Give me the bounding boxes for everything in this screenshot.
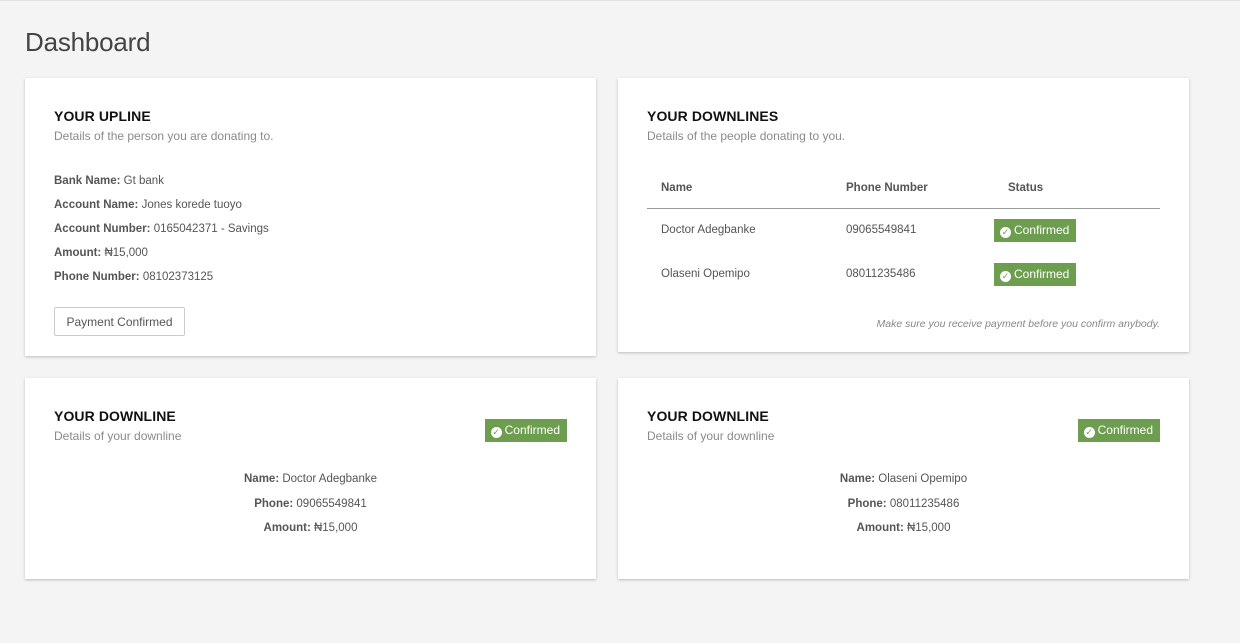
downline-name-row: Name: Doctor Adegbanke <box>25 472 596 497</box>
status-badge: ✓ Confirmed <box>994 218 1077 242</box>
downline-phone-row: Phone: 09065549841 <box>25 497 596 522</box>
downline-status-cell: ✓ Confirmed <box>994 208 1160 252</box>
downlines-table: Name Phone Number Status Doctor Adegbank… <box>647 169 1160 296</box>
downline-card-title: YOUR DOWNLINE <box>647 408 769 424</box>
phone-number-value: 08102373125 <box>142 271 214 283</box>
table-header-row: Name Phone Number Status <box>647 169 1160 209</box>
table-row: Doctor Adegbanke 09065549841 ✓ Confirmed <box>647 208 1160 252</box>
column-header-status: Status <box>994 169 1160 209</box>
downlines-card: YOUR DOWNLINES Details of the people don… <box>618 78 1189 352</box>
downlines-title: YOUR DOWNLINES <box>647 108 779 124</box>
confirm-note: Make sure you receive payment before you… <box>876 318 1160 330</box>
name-label: Name: <box>244 473 280 485</box>
check-circle-icon: ✓ <box>1083 427 1095 438</box>
downline-name-row: Name: Olaseni Opemipo <box>618 472 1189 497</box>
amount-label: Amount: <box>263 522 311 534</box>
column-header-phone: Phone Number <box>832 169 994 209</box>
phone-label: Phone: <box>254 497 294 510</box>
amount-label: Amount: <box>856 522 904 534</box>
account-number-row: Account Number: 0165042371 - Savings <box>54 222 269 246</box>
account-name-value: Jones korede tuoyo <box>141 199 242 211</box>
page-title: Dashboard <box>25 27 151 57</box>
downline-card-2: YOUR DOWNLINE Details of your downline ✓… <box>618 378 1189 579</box>
check-circle-icon: ✓ <box>490 427 502 438</box>
downline-amount-row: Amount: ₦15,000 <box>25 521 596 546</box>
amount-value: ₦15,000 <box>313 522 358 534</box>
downline-phone-row: Phone: 08011235486 <box>618 497 1189 522</box>
bank-name-label: Bank Name: <box>54 175 121 187</box>
account-name-row: Account Name: Jones korede tuoyo <box>54 198 269 222</box>
status-badge: ✓ Confirmed <box>1077 419 1160 442</box>
upline-details: Bank Name: Gt bank Account Name: Jones k… <box>54 174 269 294</box>
downline-card-subtitle: Details of your downline <box>54 429 182 443</box>
upline-subtitle: Details of the person you are donating t… <box>54 129 274 143</box>
downline-phone-cell: 08011235486 <box>846 268 916 280</box>
status-badge-label: Confirmed <box>504 423 560 437</box>
payment-confirmed-button[interactable]: Payment Confirmed <box>54 307 185 336</box>
bank-name-value: Gt bank <box>123 175 164 187</box>
amount-value: ₦15,000 <box>104 247 148 259</box>
downlines-subtitle: Details of the people donating to you. <box>647 129 846 143</box>
downline-name-cell: Olaseni Opemipo <box>661 268 750 280</box>
table-row: Olaseni Opemipo 08011235486 ✓ Confirmed <box>647 252 1160 296</box>
phone-number-label: Phone Number: <box>54 271 140 283</box>
downline-card-title: YOUR DOWNLINE <box>54 408 176 424</box>
downline-phone-cell: 09065549841 <box>846 224 917 237</box>
status-badge: ✓ Confirmed <box>484 419 567 442</box>
account-number-label: Account Number: <box>54 223 151 235</box>
status-badge: ✓ Confirmed <box>994 262 1077 286</box>
downline-details: Name: Olaseni Opemipo Phone: 08011235486… <box>618 472 1189 546</box>
name-label: Name: <box>839 473 876 485</box>
status-badge-label: Confirmed <box>1097 423 1153 437</box>
upline-title: YOUR UPLINE <box>54 108 151 124</box>
downline-amount-row: Amount: ₦15,000 <box>618 521 1189 546</box>
account-name-label: Account Name: <box>54 199 139 211</box>
amount-row: Amount: ₦15,000 <box>54 246 269 270</box>
downline-card-1: YOUR DOWNLINE Details of your downline ✓… <box>25 378 596 579</box>
downline-details: Name: Doctor Adegbanke Phone: 0906554984… <box>25 472 596 546</box>
upline-card: YOUR UPLINE Details of the person you ar… <box>25 78 596 356</box>
check-circle-icon: ✓ <box>1000 226 1011 238</box>
phone-value: 09065549841 <box>296 497 367 510</box>
name-value: Olaseni Opemipo <box>878 473 968 485</box>
column-header-name: Name <box>647 169 832 209</box>
downline-name-cell: Doctor Adegbanke <box>661 224 756 237</box>
name-value: Doctor Adegbanke <box>282 473 377 485</box>
phone-label: Phone: <box>847 497 887 510</box>
check-circle-icon: ✓ <box>1000 270 1011 282</box>
downline-status-cell: ✓ Confirmed <box>994 252 1160 296</box>
status-badge-label: Confirmed <box>1014 222 1070 237</box>
amount-value: ₦15,000 <box>906 522 951 534</box>
downline-card-subtitle: Details of your downline <box>647 429 775 443</box>
phone-value: 08011235486 <box>889 497 960 510</box>
phone-number-row: Phone Number: 08102373125 <box>54 270 269 294</box>
bank-name-row: Bank Name: Gt bank <box>54 174 269 198</box>
amount-label: Amount: <box>54 247 102 259</box>
status-badge-label: Confirmed <box>1014 266 1070 281</box>
account-number-value: 0165042371 - Savings <box>153 223 269 235</box>
